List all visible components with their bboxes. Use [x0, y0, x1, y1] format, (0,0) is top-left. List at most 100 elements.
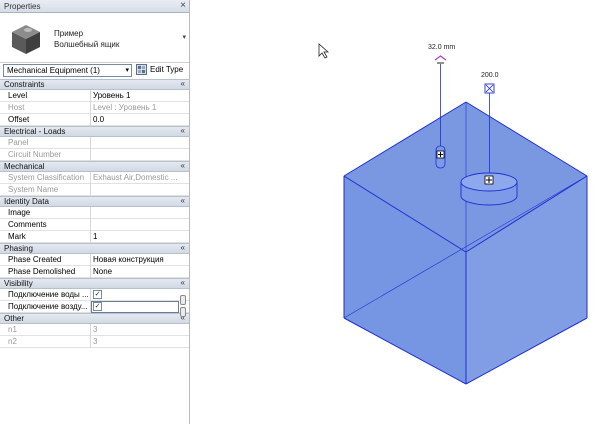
property-value[interactable]: Уровень 1: [93, 91, 179, 102]
close-icon[interactable]: ×: [180, 0, 186, 11]
edit-type-icon: [136, 64, 147, 75]
row-scroll-handles[interactable]: [180, 295, 186, 319]
property-row[interactable]: Подключение воды ... ✓: [0, 289, 189, 301]
group-title: Mechanical: [4, 162, 45, 171]
property-value: 3: [93, 337, 98, 346]
property-value: [93, 185, 179, 196]
property-value[interactable]: [93, 208, 179, 219]
group-title: Visibility: [4, 279, 33, 288]
chevron-down-icon[interactable]: ▾: [125, 66, 129, 74]
property-label: Подключение воды ...: [8, 290, 89, 299]
air-diameter-control-icon[interactable]: [484, 83, 495, 94]
property-row[interactable]: Comments: [0, 219, 189, 231]
properties-title: Properties: [4, 2, 41, 11]
property-label: Comments: [8, 220, 47, 229]
property-label: Panel: [8, 138, 29, 147]
model-canvas[interactable]: [191, 0, 600, 424]
collapse-icon[interactable]: «: [181, 126, 185, 135]
property-row: n1 3: [0, 324, 189, 336]
air-connector[interactable]: [460, 172, 518, 206]
collapse-icon[interactable]: «: [181, 278, 185, 287]
property-row[interactable]: Image: [0, 207, 189, 219]
mechanical-equipment-box[interactable]: [343, 101, 588, 385]
column-divider: [90, 231, 91, 243]
column-divider: [90, 90, 91, 102]
air-diameter-label[interactable]: 200.0: [481, 72, 499, 79]
type-dropdown-icon[interactable]: ▾: [182, 33, 186, 41]
properties-grid: Constraints « Level Уровень 1 Host Level : Ур…: [0, 79, 189, 348]
property-label: Phase Created: [8, 255, 62, 264]
property-row[interactable]: Level Уровень 1: [0, 90, 189, 102]
group-title: Electrical - Loads: [4, 127, 66, 136]
property-row[interactable]: Mark 1: [0, 231, 189, 243]
property-label: Circuit Number: [8, 150, 62, 159]
property-row[interactable]: Offset 0.0: [0, 114, 189, 126]
column-divider: [90, 137, 91, 149]
column-divider: [90, 184, 91, 196]
column-divider: [90, 172, 91, 184]
column-divider: [90, 254, 91, 266]
water-diameter-label[interactable]: 32.0 mm: [428, 44, 455, 51]
column-divider: [90, 336, 91, 348]
collapse-icon[interactable]: «: [181, 243, 185, 252]
property-value[interactable]: [93, 220, 179, 231]
column-divider: [90, 266, 91, 278]
group-header-identity-data[interactable]: Identity Data «: [0, 196, 189, 207]
property-value[interactable]: 1: [93, 232, 179, 243]
column-divider: [90, 324, 91, 336]
property-label: Mark: [8, 232, 26, 241]
column-divider: [90, 149, 91, 161]
property-row: Host Level : Уровень 1: [0, 102, 189, 114]
property-value: 3: [93, 325, 98, 334]
collapse-icon[interactable]: «: [181, 79, 185, 88]
scroll-handle-down[interactable]: [180, 307, 186, 317]
property-label: Offset: [8, 115, 30, 124]
properties-titlebar: Properties ×: [0, 0, 189, 13]
property-row: n2 3: [0, 336, 189, 348]
group-title: Other: [4, 314, 25, 323]
3d-viewport[interactable]: 32.0 mm 200.0: [191, 0, 600, 424]
type-family-name: Пример: [54, 29, 84, 38]
property-value[interactable]: 0.0: [93, 115, 179, 126]
property-label: Подключение возду...: [8, 302, 88, 311]
property-value-cell[interactable]: [91, 301, 179, 313]
group-header-other[interactable]: Other «: [0, 313, 189, 324]
water-diameter-control-icon[interactable]: [434, 55, 447, 64]
group-header-phasing[interactable]: Phasing «: [0, 243, 189, 254]
type-selector[interactable]: Пример Волшебный ящик ▾: [0, 13, 189, 63]
property-label: n1: [8, 325, 17, 334]
property-value[interactable]: Новая конструкция: [93, 255, 179, 266]
category-filter-value: Mechanical Equipment (1): [7, 66, 100, 75]
property-row: Panel: [0, 137, 189, 149]
water-connector[interactable]: [435, 145, 446, 169]
edit-type-button[interactable]: Edit Type: [136, 64, 188, 77]
property-value[interactable]: None: [93, 267, 179, 278]
property-label: System Name: [8, 185, 59, 194]
property-label: n2: [8, 337, 17, 346]
property-row[interactable]: Phase Demolished None: [0, 266, 189, 278]
column-divider: [90, 207, 91, 219]
group-header-mechanical[interactable]: Mechanical «: [0, 161, 189, 172]
property-value: [93, 150, 179, 161]
property-row[interactable]: Подключение возду... ✓: [0, 301, 189, 313]
filter-row: Mechanical Equipment (1) ▾ Edit Type: [0, 63, 189, 78]
column-divider: [90, 289, 91, 301]
property-label: System Classification: [8, 173, 85, 182]
property-row: System Name: [0, 184, 189, 196]
property-row: Circuit Number: [0, 149, 189, 161]
scroll-handle-up[interactable]: [180, 295, 186, 305]
collapse-icon[interactable]: «: [181, 161, 185, 170]
category-filter-combo[interactable]: Mechanical Equipment (1) ▾: [3, 64, 132, 77]
group-header-constraints[interactable]: Constraints «: [0, 79, 189, 90]
property-label: Image: [8, 208, 31, 217]
family-thumbnail: [12, 25, 40, 54]
property-label: Phase Demolished: [8, 267, 76, 276]
column-divider: [90, 219, 91, 231]
properties-panel: Properties × Пример Волшебный ящик ▾ Mec…: [0, 0, 190, 424]
property-row: System Classification Exhaust Air,Domesti…: [0, 172, 189, 184]
group-header-visibility[interactable]: Visibility «: [0, 278, 189, 289]
collapse-icon[interactable]: «: [181, 196, 185, 205]
group-header-electrical-loads[interactable]: Electrical - Loads «: [0, 126, 189, 137]
visibility-checkbox[interactable]: ✓: [93, 290, 102, 299]
property-row[interactable]: Phase Created Новая конструкция: [0, 254, 189, 266]
